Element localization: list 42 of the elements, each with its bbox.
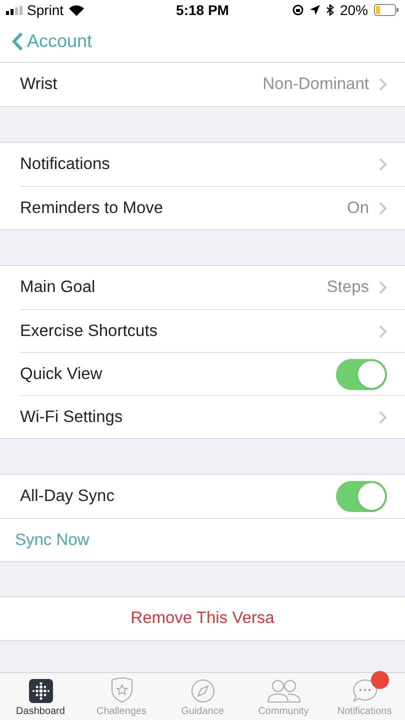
battery-percent: 20%: [340, 0, 368, 20]
chevron-icon: [379, 158, 387, 171]
settings-row[interactable]: Exercise Shortcuts: [20, 309, 405, 352]
settings-row[interactable]: Notifications: [0, 143, 405, 186]
chevron-icon: [379, 202, 387, 214]
settings-row[interactable]: Wi-Fi Settings: [20, 395, 405, 438]
chat-bubble-icon: [352, 679, 378, 703]
location-icon: [310, 5, 320, 15]
chevron-icon: [379, 324, 387, 338]
chevron-icon: [379, 78, 387, 91]
people-icon: [266, 679, 300, 703]
row-label: Reminders to Move: [20, 198, 164, 219]
row-label: Exercise Shortcuts: [20, 320, 158, 342]
rotation-lock-icon: [292, 4, 304, 16]
carrier-name: Sprint: [27, 0, 64, 20]
row-value: Non-Dominant: [262, 74, 369, 96]
chevron-icon: [379, 410, 387, 424]
wifi-icon: [68, 4, 84, 16]
settings-row[interactable]: Wrist Non-Dominant: [0, 63, 405, 106]
signal-icon: [6, 6, 23, 14]
row-label: Main Goal: [20, 277, 96, 298]
row-value: On: [346, 198, 369, 219]
back-icon: [12, 32, 23, 50]
clock: 5:18 PM: [176, 0, 229, 20]
row-label: Notifications: [20, 154, 110, 176]
row-label: Quick View: [20, 364, 102, 385]
toggle-switch[interactable]: [336, 358, 387, 390]
shield-star-icon: [110, 677, 134, 703]
dots-grid-icon: [28, 679, 52, 703]
battery-icon: [374, 4, 399, 16]
toggle-switch[interactable]: [336, 481, 387, 512]
tab-bar-item[interactable]: Dashboard: [0, 673, 81, 720]
row-label: All-Day Sync: [20, 486, 114, 508]
remove-button[interactable]: Remove This Versa: [130, 606, 274, 631]
row-label: Wrist: [20, 74, 58, 96]
compass-icon: [190, 679, 214, 703]
settings-row[interactable]: Reminders to Move On: [20, 186, 405, 229]
row-value: Steps: [326, 277, 369, 298]
chevron-icon: [379, 281, 387, 294]
settings-row[interactable]: Main Goal Steps: [0, 266, 405, 309]
row-label: Wi-Fi Settings: [20, 406, 123, 428]
bluetooth-icon: [326, 4, 334, 16]
